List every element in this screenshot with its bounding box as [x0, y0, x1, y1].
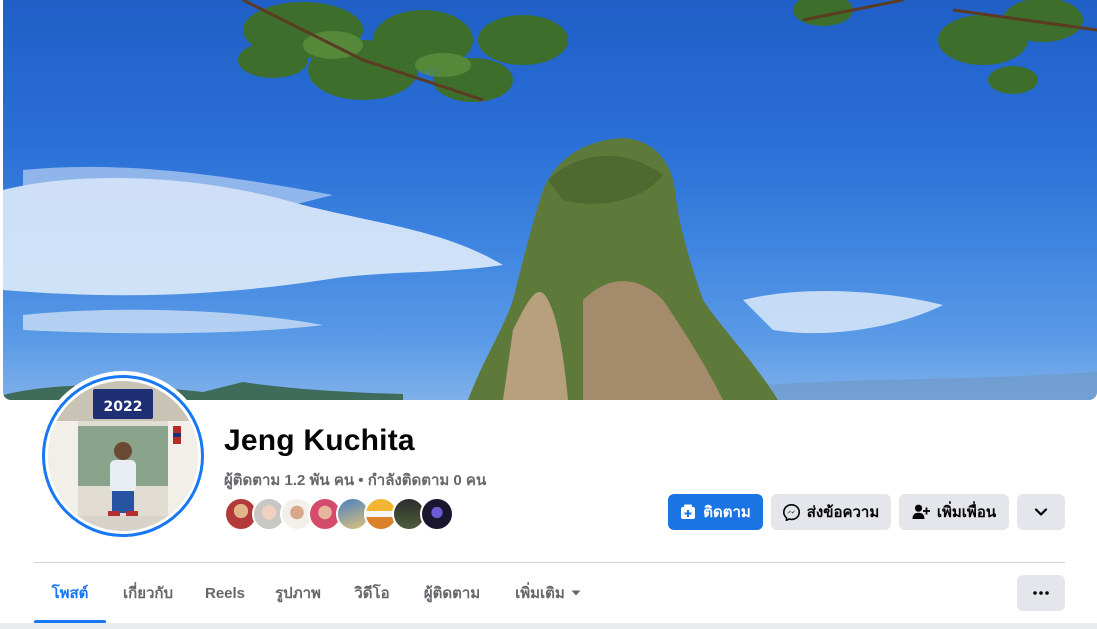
- avatar-photo: 2022: [48, 381, 198, 531]
- tab-label: วิดีโอ: [354, 585, 390, 602]
- tab-photos[interactable]: รูปภาพ: [262, 563, 334, 623]
- caret-down-icon: [571, 590, 581, 596]
- tab-label: รูปภาพ: [275, 585, 321, 602]
- tab-label: Reels: [204, 584, 246, 602]
- message-button-label: ส่งข้อความ: [806, 504, 880, 521]
- follow-button[interactable]: ติดตาม: [668, 494, 763, 530]
- profile-options-button[interactable]: [1017, 494, 1065, 530]
- tab-more[interactable]: เพิ่มเติม: [502, 563, 594, 623]
- cover-photo[interactable]: [3, 0, 1097, 400]
- follow-button-label: ติดตาม: [703, 504, 751, 521]
- tab-label: ผู้ติดตาม: [423, 585, 481, 602]
- more-options-button[interactable]: [1017, 575, 1065, 611]
- tab-label: เพิ่มเติม: [515, 585, 565, 602]
- avatar-banner-text: 2022: [104, 399, 143, 415]
- add-friend-button-label: เพิ่มเพื่อน: [936, 504, 997, 521]
- follow-plus-icon: [681, 504, 696, 519]
- tab-videos[interactable]: วิดีโอ: [342, 563, 402, 623]
- profile-page: 2022 Jeng Kuchita ผู้ติดตาม 1.2 พัน คน •…: [0, 0, 1097, 629]
- add-friend-button[interactable]: เพิ่มเพื่อน: [899, 494, 1009, 530]
- cover-image: [3, 0, 1097, 400]
- follower-avatars[interactable]: [224, 497, 454, 531]
- tab-label: เกี่ยวกับ: [122, 585, 174, 602]
- profile-name: Jeng Kuchita: [224, 424, 415, 457]
- tab-posts[interactable]: โพสต์: [34, 563, 106, 623]
- followers-count[interactable]: ผู้ติดตาม 1.2 พัน คน • กำลังติดตาม 0 คน: [224, 468, 486, 492]
- tab-followers[interactable]: ผู้ติดตาม: [410, 563, 494, 623]
- message-button[interactable]: ส่งข้อความ: [771, 494, 891, 530]
- messenger-icon: [782, 503, 800, 521]
- tab-about[interactable]: เกี่ยวกับ: [110, 563, 186, 623]
- avatar-image: 2022: [48, 381, 198, 531]
- tab-reels[interactable]: Reels: [196, 563, 254, 623]
- more-dots-icon: [1033, 591, 1049, 595]
- tab-label: โพสต์: [51, 585, 89, 602]
- content-area-edge: [0, 623, 1097, 629]
- avatar-story-ring: 2022: [42, 375, 204, 537]
- chevron-down-icon: [1034, 508, 1048, 516]
- profile-avatar[interactable]: 2022: [38, 371, 208, 541]
- add-friend-icon: [912, 504, 930, 519]
- follower-avatar[interactable]: [420, 497, 454, 531]
